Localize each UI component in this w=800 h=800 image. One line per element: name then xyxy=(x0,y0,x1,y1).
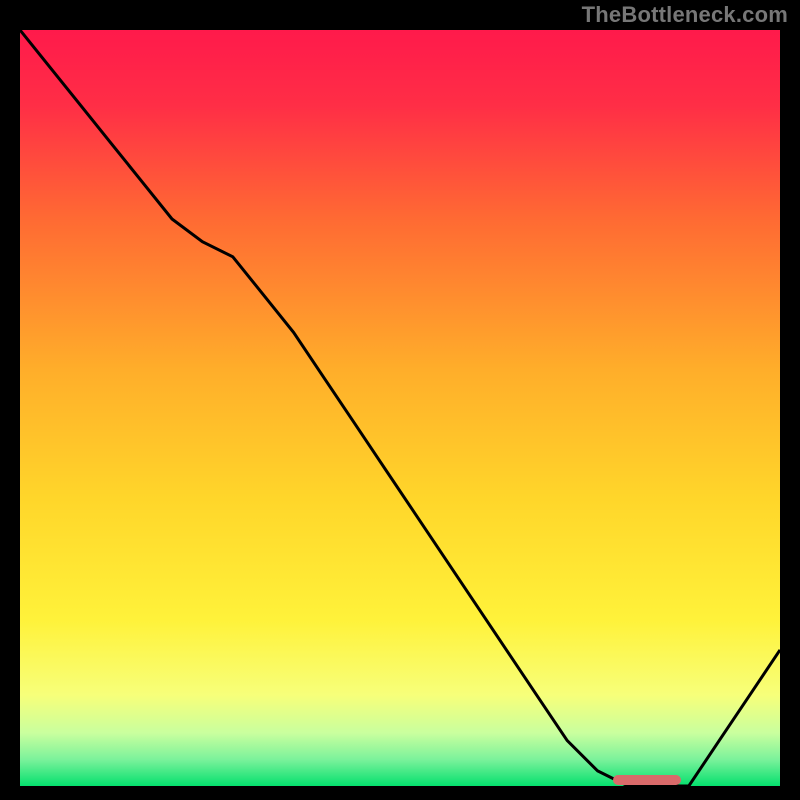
curve-layer xyxy=(20,30,780,786)
optimal-range-marker xyxy=(613,775,681,785)
chart-stage: TheBottleneck.com xyxy=(0,0,800,800)
watermark-text: TheBottleneck.com xyxy=(582,2,788,28)
plot-area xyxy=(20,30,780,786)
bottleneck-curve xyxy=(20,30,780,786)
